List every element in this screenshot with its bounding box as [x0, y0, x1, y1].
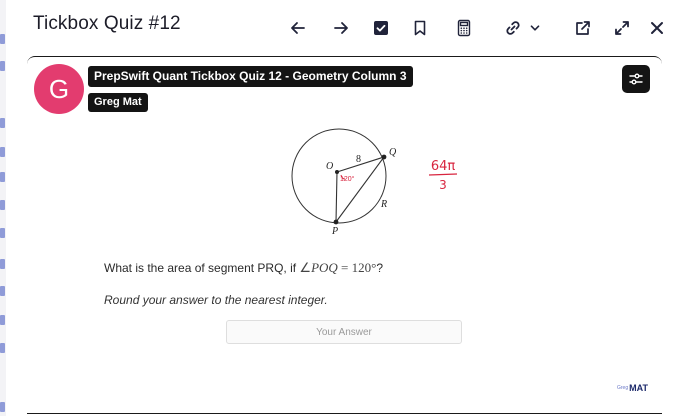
point-o [335, 170, 339, 174]
question-suffix: ? [376, 261, 384, 275]
point-p [333, 219, 339, 225]
video-content-area[interactable]: G PrepSwift Quant Tickbox Quiz 12 - Geom… [27, 56, 662, 414]
label-q: Q [389, 147, 397, 158]
question-text: What is the area of segment PRQ, if ∠POQ… [104, 260, 383, 276]
point-q [381, 154, 387, 160]
label-r: R [380, 199, 387, 210]
label-radius: 8 [356, 154, 361, 165]
logo-small-text: Greg [617, 385, 629, 391]
external-link-icon[interactable] [572, 17, 594, 39]
expand-icon[interactable] [611, 17, 633, 39]
calculator-icon[interactable] [453, 17, 475, 39]
gregmat-logo: Greg MAT [617, 383, 648, 393]
modal-title: Tickbox Quiz #12 [33, 13, 181, 34]
channel-avatar[interactable]: G [34, 64, 84, 114]
label-p: P [331, 226, 338, 237]
radius-op [335, 171, 338, 223]
question-prefix: What is the area of segment PRQ, if [104, 261, 300, 275]
channel-name[interactable]: Greg Mat [88, 93, 148, 112]
rounding-instruction: Round your answer to the nearest integer… [104, 293, 328, 307]
chevron-down-icon[interactable] [527, 17, 543, 39]
logo-main-text: MAT [629, 383, 648, 393]
video-title[interactable]: PrepSwift Quant Tickbox Quiz 12 - Geomet… [88, 66, 413, 87]
settings-button[interactable] [622, 65, 650, 93]
label-o: O [326, 161, 333, 172]
link-icon[interactable] [502, 17, 524, 39]
avatar-letter: G [48, 73, 70, 104]
equals-sign: = [337, 260, 352, 275]
answer-input[interactable] [226, 320, 462, 344]
chord-pq [335, 156, 385, 223]
checkbox-icon[interactable] [370, 17, 392, 39]
sliders-icon [629, 73, 643, 85]
circle-diagram: O 8 Q P R 120° 64π 3 [291, 128, 458, 237]
angle-annotation: 120° [340, 175, 355, 183]
handwritten-fraction-bar [428, 173, 458, 176]
arrow-right-icon[interactable] [330, 17, 352, 39]
angle-value: 120° [351, 260, 377, 275]
modal-header: Tickbox Quiz #12 [6, 0, 690, 56]
bookmark-icon[interactable] [409, 17, 431, 39]
handwritten-denominator: 3 [439, 178, 447, 192]
question-math: ∠POQ = 120° [299, 260, 376, 275]
arrow-left-icon[interactable] [287, 17, 309, 39]
angle-symbol: ∠ [299, 260, 312, 275]
angle-name: POQ [311, 260, 338, 275]
handwritten-numerator: 64π [431, 159, 456, 174]
circle [291, 128, 387, 224]
close-icon[interactable] [646, 17, 668, 39]
quiz-modal: Tickbox Quiz #12 G PrepSwift Quant Tickb… [6, 0, 690, 416]
